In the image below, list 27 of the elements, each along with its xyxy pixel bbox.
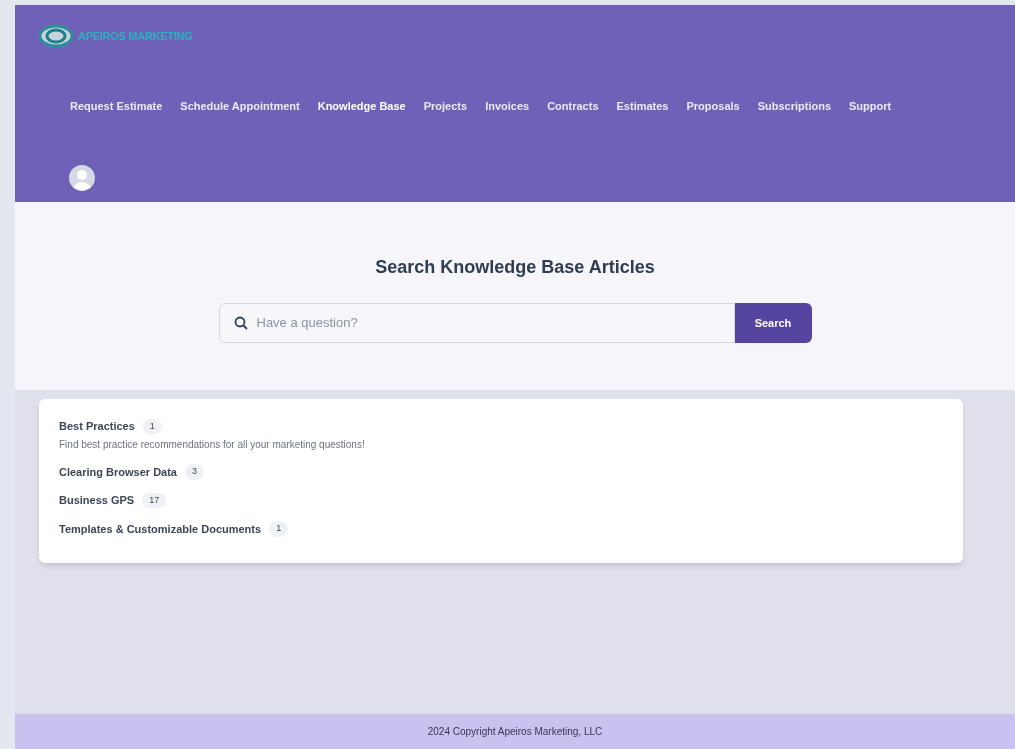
category-link[interactable]: Best Practices xyxy=(59,418,135,435)
count-badge: 17 xyxy=(142,492,167,508)
category-description: Find best practice recommendations for all your marketing questions! xyxy=(59,437,366,452)
nav-link[interactable]: Schedule Appointment xyxy=(180,98,300,115)
nav-link[interactable]: Contracts xyxy=(547,98,599,115)
avatar-icon[interactable] xyxy=(69,164,95,191)
logo-text: APEIROS MARKETING xyxy=(78,28,193,44)
count-badge: 1 xyxy=(142,418,162,434)
count-badge: 3 xyxy=(185,464,204,480)
section-title: Search Knowledge Base Articles xyxy=(375,256,655,279)
logo-icon xyxy=(38,24,74,48)
nav-link[interactable]: Subscriptions xyxy=(757,98,832,115)
nav-link[interactable]: Estimates xyxy=(616,98,669,115)
copyright-text: 2024 Copyright Apeiros Marketing, LLC xyxy=(427,725,603,739)
search-icon xyxy=(233,316,248,330)
count-badge: 1 xyxy=(269,521,289,537)
search-field[interactable]: Have a question? xyxy=(218,303,735,343)
nav-link[interactable]: Projects xyxy=(423,98,468,115)
category-link[interactable]: Clearing Browser Data xyxy=(59,463,177,480)
nav-link[interactable]: Support xyxy=(849,98,892,115)
nav-link[interactable]: Proposals xyxy=(686,98,740,115)
nav-link[interactable]: Knowledge Base xyxy=(317,98,406,115)
search-button[interactable]: Search xyxy=(734,303,812,343)
nav-link[interactable]: Request Estimate xyxy=(70,98,163,115)
category-link[interactable]: Templates & Customizable Documents xyxy=(59,520,262,537)
category-link[interactable]: Business GPS xyxy=(59,492,135,509)
nav-link[interactable]: Invoices xyxy=(485,98,530,115)
